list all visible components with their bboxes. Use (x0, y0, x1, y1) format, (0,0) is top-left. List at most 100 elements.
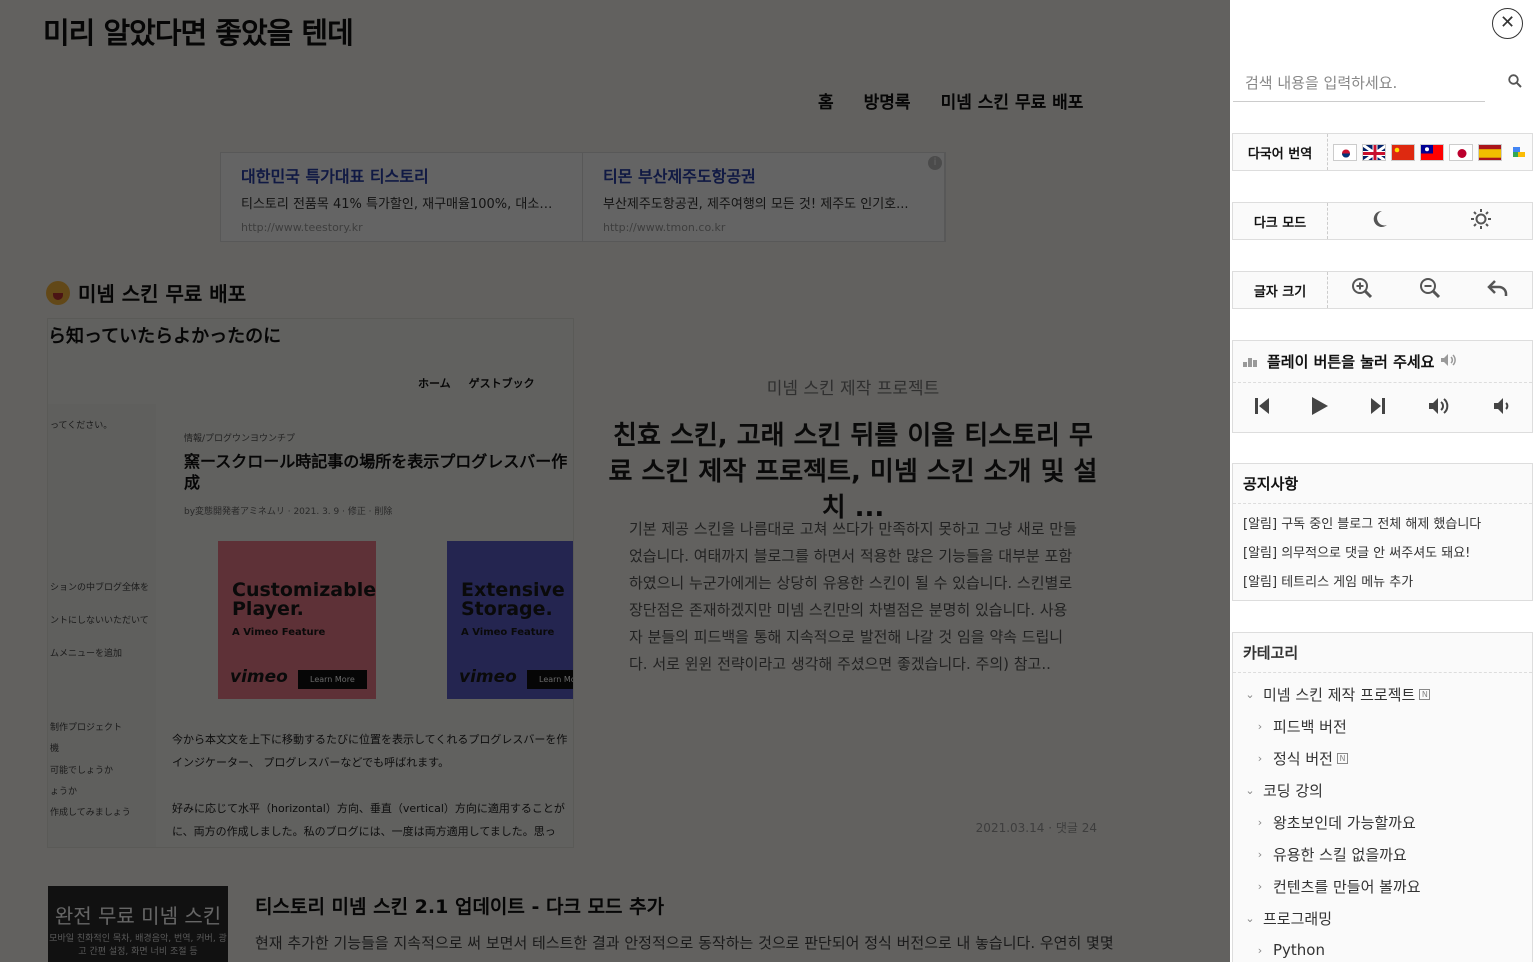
thumb-line: 可能でしょうか (50, 766, 114, 776)
undo-icon[interactable] (1487, 277, 1509, 304)
zoom-in-icon[interactable] (1351, 277, 1373, 304)
category-item[interactable]: › 유용한 스킬 없을까요 (1233, 838, 1532, 870)
uk-flag-icon[interactable] (1362, 143, 1386, 161)
ad-desc: 티스토리 전품목 41% 특가할인, 재구매율100%, 대소량... (241, 197, 562, 212)
main-nav: 홈 방명록 미넴 스킨 무료 배포 (818, 88, 1083, 113)
ad-url: http://www.tmon.co.kr (603, 221, 726, 234)
new-badge: N (1336, 752, 1348, 764)
close-button[interactable]: ✕ (1492, 8, 1523, 39)
notice-list: [알림] 구독 중인 블로그 전체 해제 했습니다 [알림] 의무적으로 댓글 … (1233, 504, 1532, 597)
category-item[interactable]: ⌄ 프로그래밍 (1233, 902, 1532, 934)
notice-item[interactable]: [알림] 의무적으로 댓글 안 써주셔도 돼요! (1233, 539, 1532, 568)
dark-mode-row: 다크 모드 (1232, 202, 1533, 240)
chevron-down-icon: ⌄ (1245, 687, 1255, 701)
category-item[interactable]: › 왕초보인데 가능할까요 (1233, 806, 1532, 838)
ad-banner: 대한민국 특가대표 티스토리 티스토리 전품목 41% 특가할인, 재구매율10… (220, 152, 946, 242)
nav-guestbook[interactable]: 방명록 (864, 88, 911, 113)
post-thumbnail[interactable]: ら知っていたらよかったのに ホーム ゲストブック ってください。 ションの中ブロ… (47, 318, 574, 848)
ad-title[interactable]: 티몬 부산제주도항공권 (603, 163, 924, 187)
thumb-post-title: 窯ースクロール時記事の場所を表示プログレスバー作成 (184, 452, 568, 492)
font-size-label: 글자 크기 (1233, 272, 1328, 308)
ad-title[interactable]: 대한민국 특가대표 티스토리 (241, 163, 562, 187)
thumb-meta: by変態開発者アミネムリ · 2021. 3. 9 · 修正 · 削除 (184, 507, 393, 517)
chevron-right-icon: › (1257, 847, 1263, 861)
ad-url: http://www.teestory.kr (241, 221, 363, 234)
ad-item[interactable]: 대한민국 특가대표 티스토리 티스토리 전품목 41% 특가할인, 재구매율10… (221, 153, 583, 241)
blog-page: 미리 알았다면 좋았을 텐데 홈 방명록 미넴 스킨 무료 배포 대한민국 특가… (0, 0, 1230, 962)
nav-skin[interactable]: 미넴 스킨 무료 배포 (941, 88, 1084, 113)
emoji-icon (46, 280, 70, 305)
moon-icon[interactable] (1369, 209, 1389, 234)
thumb-line: ってください。 (50, 421, 113, 431)
flag-list (1328, 143, 1531, 161)
chevron-right-icon: › (1257, 879, 1263, 893)
featured-excerpt: 기본 제공 스킨을 나름대로 고쳐 쓰다가 만족하지 못하고 그냥 새로 만들었… (629, 520, 1077, 673)
thumb-nav-item: ゲストブック (468, 377, 535, 390)
player-controls (1233, 383, 1532, 433)
learn-more-button: Learn Mo (527, 670, 573, 689)
post-thumbnail[interactable]: 완전 무료 미넴 스킨 모바일 친화적인 목차, 배경음악, 번역, 커버, 광… (48, 886, 228, 962)
search-icon[interactable] (1508, 74, 1522, 92)
thumb-body-line: 今から本文文を上下に移動するたびに位置を表示してくれるプログレスバーを作 (172, 733, 568, 746)
thumb-nav: ホーム ゲストブック (418, 375, 535, 391)
spain-flag-icon[interactable] (1478, 143, 1502, 161)
thumb-category: 情報/プログウンヨウンチプ (184, 434, 296, 444)
category-item-label: 왕초보인데 가능할까요 (1273, 813, 1416, 832)
china-flag-icon[interactable] (1391, 143, 1415, 161)
previous-icon[interactable] (1254, 397, 1270, 420)
category-list: ⌄ 미넴 스킨 제작 프로젝트 N › 피드백 버전 › 정식 버전 N ⌄ 코딩 강의 › 왕초보인… (1233, 673, 1532, 962)
sun-icon[interactable] (1471, 208, 1491, 234)
vimeo-logo: vimeo (230, 667, 288, 687)
nav-home[interactable]: 홈 (818, 88, 834, 113)
thumb-line: ょうか (50, 787, 78, 797)
japan-flag-icon[interactable] (1449, 143, 1473, 161)
chevron-right-icon: › (1257, 943, 1263, 957)
chevron-right-icon: › (1257, 719, 1263, 733)
post-title[interactable]: 티스토리 미넴 스킨 2.1 업데이트 - 다크 모드 추가 (255, 892, 664, 919)
category-item-label: 피드백 버전 (1273, 717, 1347, 736)
volume-down-icon[interactable] (1493, 397, 1511, 420)
sidebar-panel: ✕ 다국어 번역 다크 모드 글자 크기 (1230, 0, 1536, 962)
category-item[interactable]: › Python (1233, 934, 1532, 962)
category-item[interactable]: ⌄ 코딩 강의 (1233, 774, 1532, 806)
korea-flag-icon[interactable] (1333, 143, 1357, 161)
vimeo-ad: Customizable Player. A Vimeo Feature vim… (218, 541, 376, 699)
vimeo-ad-headline: Customizable Player. (232, 579, 377, 620)
search-input[interactable] (1233, 65, 1485, 102)
thumb-line: ントにしないいただいて (50, 616, 149, 626)
category-item-label: 미넴 스킨 제작 프로젝트 (1263, 685, 1416, 704)
featured-category[interactable]: 미넴 스킨 제작 프로젝트 (585, 374, 1121, 399)
font-size-controls (1328, 277, 1532, 304)
ad-item[interactable]: 티몬 부산제주도항공권 부산제주도항공권, 제주여행의 모든 것! 제주도 인기… (583, 153, 945, 241)
thumb-nav-item: ホーム (418, 377, 451, 390)
next-icon[interactable] (1370, 397, 1386, 420)
notice-item[interactable]: [알림] 테트리스 게임 메뉴 추가 (1233, 568, 1532, 597)
post-excerpt: 현재 추가한 기능들을 지속적으로 써 보면서 테스트한 결과 안정적으로 동작… (255, 934, 1114, 952)
category-item-label: 정식 버전 (1273, 749, 1333, 768)
category-item[interactable]: › 컨텐츠를 만들어 볼까요 (1233, 870, 1532, 902)
vimeo-ad-headline: Extensive Storage. (461, 579, 565, 620)
featured-post[interactable]: 미넴 스킨 제작 프로젝트 친효 스킨, 고래 스킨 뒤를 이을 티스토리 무료… (585, 326, 1121, 848)
featured-meta: 2021.03.14 · 댓글 24 (975, 821, 1097, 835)
vimeo-ad: Extensive Storage. A Vimeo Feature vimeo… (447, 541, 573, 699)
chevron-down-icon: ⌄ (1245, 911, 1255, 925)
notice-title: 공지사항 (1233, 464, 1532, 504)
volume-icon (1440, 353, 1458, 371)
category-item[interactable]: ⌄ 미넴 스킨 제작 프로젝트 N (1233, 678, 1532, 710)
volume-up-icon[interactable] (1428, 397, 1452, 420)
category-item[interactable]: › 피드백 버전 (1233, 710, 1532, 742)
thumb-subtitle: 모바일 친화적인 목차, 배경음악, 번역, 커버, 광고 간편 설정, 화면 … (49, 934, 227, 957)
featured-title[interactable]: 친효 스킨, 고래 스킨 뒤를 이을 티스토리 무료 스킨 제작 프로젝트, 미… (605, 418, 1101, 526)
zoom-out-icon[interactable] (1419, 277, 1441, 304)
more-languages-icon[interactable] (1507, 144, 1531, 161)
notice-item[interactable]: [알림] 구독 중인 블로그 전체 해제 했습니다 (1233, 510, 1532, 539)
ad-info-icon[interactable]: i (928, 156, 942, 170)
translate-label: 다국어 번역 (1233, 134, 1328, 170)
taiwan-flag-icon[interactable] (1420, 143, 1444, 161)
play-icon[interactable] (1311, 396, 1329, 421)
category-item[interactable]: › 정식 버전 N (1233, 742, 1532, 774)
thumb-sidebar: ってください。 ションの中ブログ全体を ントにしないいただいて ムメニューを追加… (48, 404, 156, 847)
category-title: 카테고리 (1233, 633, 1532, 673)
blog-title[interactable]: 미리 알았다면 좋았을 텐데 (43, 10, 354, 52)
thumb-line: ションの中ブログ全体を (50, 583, 150, 593)
